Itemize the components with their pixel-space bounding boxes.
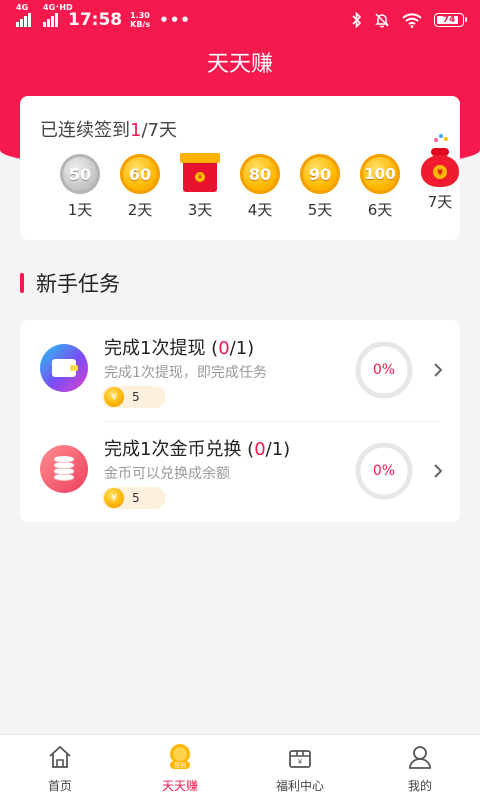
task-done-count: 0 [218, 338, 230, 359]
gold-coin-icon: 100 [360, 154, 400, 194]
tab-earn[interactable]: 签到 天天赚 [120, 735, 240, 800]
battery-icon: 74 [434, 13, 467, 27]
silver-coin-icon: 50 [60, 154, 100, 194]
signin-day[interactable]: 90 5天 [290, 152, 350, 222]
mute-bell-icon [375, 13, 389, 28]
signal-icon: 4G⁺HD [43, 4, 73, 27]
battery-level: 74 [442, 15, 456, 25]
task-name-suffix: /1) [229, 338, 255, 359]
signin-title: 已连续签到1/7天 [40, 116, 177, 142]
tab-label: 天天赚 [161, 779, 198, 793]
tab-home[interactable]: 首页 [0, 735, 120, 800]
signin-coin-icon: 签到 [170, 744, 190, 770]
progress-ring: 0% [354, 441, 414, 501]
day-label: 6天 [367, 201, 393, 219]
signin-card: 已连续签到1/7天 50 1天 60 2天 ¥ 3天 80 4天 90 5天 1… [20, 96, 460, 240]
svg-text:¥: ¥ [298, 758, 303, 766]
signin-day[interactable]: 100 6天 [350, 152, 410, 222]
network-speed-unit: KB/s [130, 20, 151, 29]
home-icon [49, 745, 71, 768]
signin-day[interactable]: ¥ 7天 [410, 134, 470, 222]
task-item-withdraw[interactable]: 完成1次提现 (0/1) 完成1次提现，即完成任务 ¥ 5 0% [20, 320, 460, 421]
signin-day[interactable]: 60 2天 [110, 152, 170, 222]
day-label: 7天 [427, 193, 453, 211]
status-time: 17:58 [68, 10, 123, 30]
day-reward: 90 [308, 164, 332, 184]
red-envelope-icon: ¥ [180, 153, 220, 192]
status-bar: 4G 4G⁺HD 17:58 1.30 KB/s ••• 74 [0, 0, 480, 40]
tab-label: 福利中心 [275, 779, 324, 793]
lucky-bag-icon: ¥ [418, 134, 462, 188]
day-label: 3天 [187, 201, 213, 219]
task-name: 完成1次提现 (0/1) [104, 334, 254, 360]
tab-welfare[interactable]: ¥ 福利中心 [240, 735, 360, 800]
day-reward: 100 [364, 165, 396, 183]
section-title: 新手任务 [20, 268, 120, 298]
gold-coin-icon: 60 [120, 154, 160, 194]
signin-title-suffix: /7天 [141, 120, 177, 141]
user-icon [409, 746, 431, 769]
bluetooth-icon [352, 12, 362, 28]
network-speed-value: 1.30 [130, 11, 150, 20]
task-description: 完成1次提现，即完成任务 [104, 365, 267, 381]
yuan-coin-icon: ¥ [104, 387, 124, 407]
sim1-label: 4G [16, 3, 29, 12]
task-name: 完成1次金币兑换 (0/1) [104, 435, 290, 461]
day-reward: 80 [248, 164, 272, 184]
signin-title-prefix: 已连续签到 [40, 120, 130, 141]
task-list: 完成1次提现 (0/1) 完成1次提现，即完成任务 ¥ 5 0% 完成1次金币兑… [20, 320, 460, 522]
task-item-exchange[interactable]: 完成1次金币兑换 (0/1) 金币可以兑换成余额 ¥ 5 0% [20, 421, 460, 522]
task-name-suffix: /1) [265, 439, 291, 460]
section-title-text: 新手任务 [36, 272, 120, 296]
reward-value: 5 [132, 491, 140, 505]
bottom-tab-bar: 首页 签到 天天赚 ¥ 福利中心 我的 [0, 734, 480, 800]
signin-days: 50 1天 60 2天 ¥ 3天 80 4天 90 5天 100 6天 ¥ 7天 [20, 134, 460, 222]
task-name-prefix: 完成1次金币兑换 ( [104, 439, 255, 460]
gold-coin-icon: 90 [300, 154, 340, 194]
day-reward: 50 [68, 164, 92, 184]
day-label: 4天 [247, 201, 273, 219]
sim2-label: 4G⁺HD [43, 3, 73, 12]
page-title: 天天赚 [206, 52, 273, 77]
chevron-right-icon[interactable] [428, 461, 448, 481]
wifi-icon [402, 12, 422, 28]
day-reward: 60 [128, 164, 152, 184]
tab-label: 首页 [47, 779, 72, 793]
progress-ring: 0% [354, 340, 414, 400]
section-accent-bar [20, 273, 24, 293]
task-name-prefix: 完成1次提现 ( [104, 338, 219, 359]
signin-day[interactable]: 50 1天 [50, 152, 110, 222]
day-label: 5天 [307, 201, 333, 219]
gift-box-icon: ¥ [289, 750, 311, 768]
signin-coin-badge: 签到 [174, 762, 186, 770]
gold-coin-icon: 80 [240, 154, 280, 194]
signin-day[interactable]: 80 4天 [230, 152, 290, 222]
reward-value: 5 [132, 390, 140, 404]
day-label: 1天 [67, 201, 93, 219]
wallet-icon [40, 344, 88, 392]
tab-mine[interactable]: 我的 [360, 735, 480, 800]
task-description: 金币可以兑换成余额 [104, 466, 230, 482]
yuan-coin-icon: ¥ [104, 488, 124, 508]
more-notifications-icon: ••• [159, 11, 191, 29]
reward-badge: ¥ 5 [102, 386, 166, 408]
signin-day[interactable]: ¥ 3天 [170, 152, 230, 222]
day-label: 2天 [127, 201, 153, 219]
task-done-count: 0 [254, 439, 266, 460]
chevron-right-icon[interactable] [428, 360, 448, 380]
signin-current-day: 1 [130, 120, 142, 141]
progress-text: 0% [372, 362, 396, 378]
network-speed: 1.30 KB/s [130, 11, 150, 29]
progress-text: 0% [372, 463, 396, 479]
tab-label: 我的 [407, 779, 432, 793]
signal-icon: 4G [16, 4, 31, 27]
coin-stack-icon [40, 445, 88, 493]
reward-badge: ¥ 5 [102, 487, 166, 509]
